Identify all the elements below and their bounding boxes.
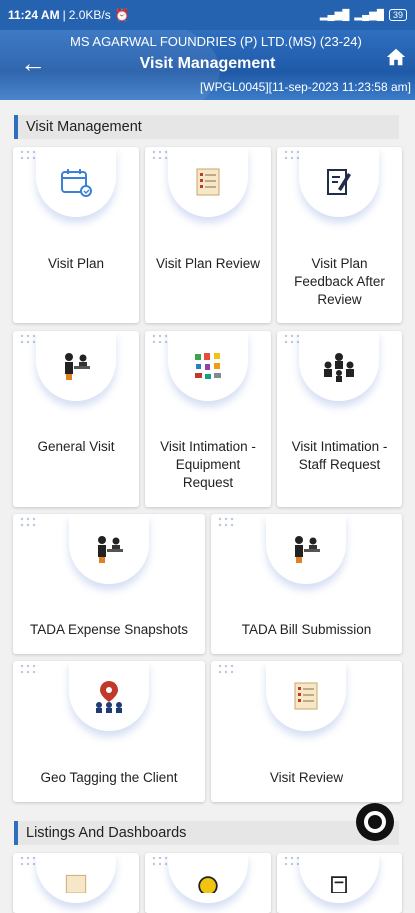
tile-listing-2[interactable] xyxy=(145,853,271,913)
tile-label: Visit Intimation - Staff Request xyxy=(291,439,388,472)
geo-tag-icon xyxy=(69,661,149,731)
review-list-icon xyxy=(36,853,116,903)
staff-group-icon xyxy=(299,331,379,401)
tile-general-visit[interactable]: General Visit xyxy=(13,331,139,507)
circle-icon xyxy=(364,811,386,833)
alarm-icon: ⏰ xyxy=(114,8,130,22)
tile-geo-tagging[interactable]: Geo Tagging the Client xyxy=(13,661,205,802)
tile-dots xyxy=(217,516,237,528)
status-bar: 11:24 AM | 2.0KB/s ⏰ ▂▄▆█ ▂▄▆█ 39 xyxy=(0,0,415,30)
document-icon xyxy=(299,853,379,903)
signal-icon-2: ▂▄▆█ xyxy=(354,9,384,21)
signal-icon: ▂▄▆█ xyxy=(319,9,350,21)
meeting-desk-icon xyxy=(36,331,116,401)
review-list-icon xyxy=(168,147,248,217)
tile-visit-plan-review[interactable]: Visit Plan Review xyxy=(145,147,271,323)
tile-visit-intimation-equipment[interactable]: Visit Intimation - Equipment Request xyxy=(145,331,271,507)
status-time: 11:24 AM xyxy=(8,8,60,22)
tile-tada-bill-submission[interactable]: TADA Bill Submission xyxy=(211,514,402,654)
floating-action-button[interactable] xyxy=(356,803,394,841)
tile-listing-3[interactable] xyxy=(277,853,402,913)
page-title: Visit Management xyxy=(139,55,276,72)
tile-visit-review[interactable]: Visit Review xyxy=(211,661,402,802)
network-speed: 2.0KB/s xyxy=(68,8,111,22)
calendar-icon xyxy=(36,147,116,217)
app-header: ← MS AGARWAL FOUNDRIES (P) LTD.(MS) (23-… xyxy=(0,30,415,100)
tile-visit-plan[interactable]: Visit Plan xyxy=(13,147,139,323)
tile-label: Visit Review xyxy=(269,770,344,785)
tile-tada-expense-snapshots[interactable]: TADA Expense Snapshots xyxy=(13,514,205,654)
tile-label: Visit Plan Feedback After Review xyxy=(294,256,385,307)
tile-label: TADA Bill Submission xyxy=(241,622,372,637)
tile-visit-plan-feedback[interactable]: Visit Plan Feedback After Review xyxy=(277,147,402,323)
tile-label: Visit Intimation - Equipment Request xyxy=(160,439,256,490)
company-name: MS AGARWAL FOUNDRIES (P) LTD.(MS) (23-24… xyxy=(70,34,362,49)
tile-label: Visit Plan xyxy=(47,256,105,271)
home-icon[interactable] xyxy=(385,46,407,68)
tile-label: Visit Plan Review xyxy=(155,256,261,271)
tile-dots xyxy=(19,516,39,528)
section-visit-management: Visit Management xyxy=(14,115,399,139)
session-code: [WPGL0045][11-sep-2023 11:23:58 am] xyxy=(199,80,411,94)
clock-icon xyxy=(168,853,248,903)
tile-dots xyxy=(217,663,237,675)
review-list-icon xyxy=(266,661,346,731)
section-listings: Listings And Dashboards xyxy=(14,821,399,845)
tile-dots xyxy=(19,663,39,675)
tile-visit-intimation-staff[interactable]: Visit Intimation - Staff Request xyxy=(277,331,402,507)
tile-label: General Visit xyxy=(37,439,115,454)
battery-icon: 39 xyxy=(388,9,407,21)
equipment-icon xyxy=(168,331,248,401)
tile-listing-1[interactable] xyxy=(13,853,139,913)
meeting-desk-icon xyxy=(69,514,149,584)
tile-label: TADA Expense Snapshots xyxy=(29,622,189,637)
notepad-pen-icon xyxy=(299,147,379,217)
meeting-desk-icon xyxy=(266,514,346,584)
tile-label: Geo Tagging the Client xyxy=(40,770,178,785)
